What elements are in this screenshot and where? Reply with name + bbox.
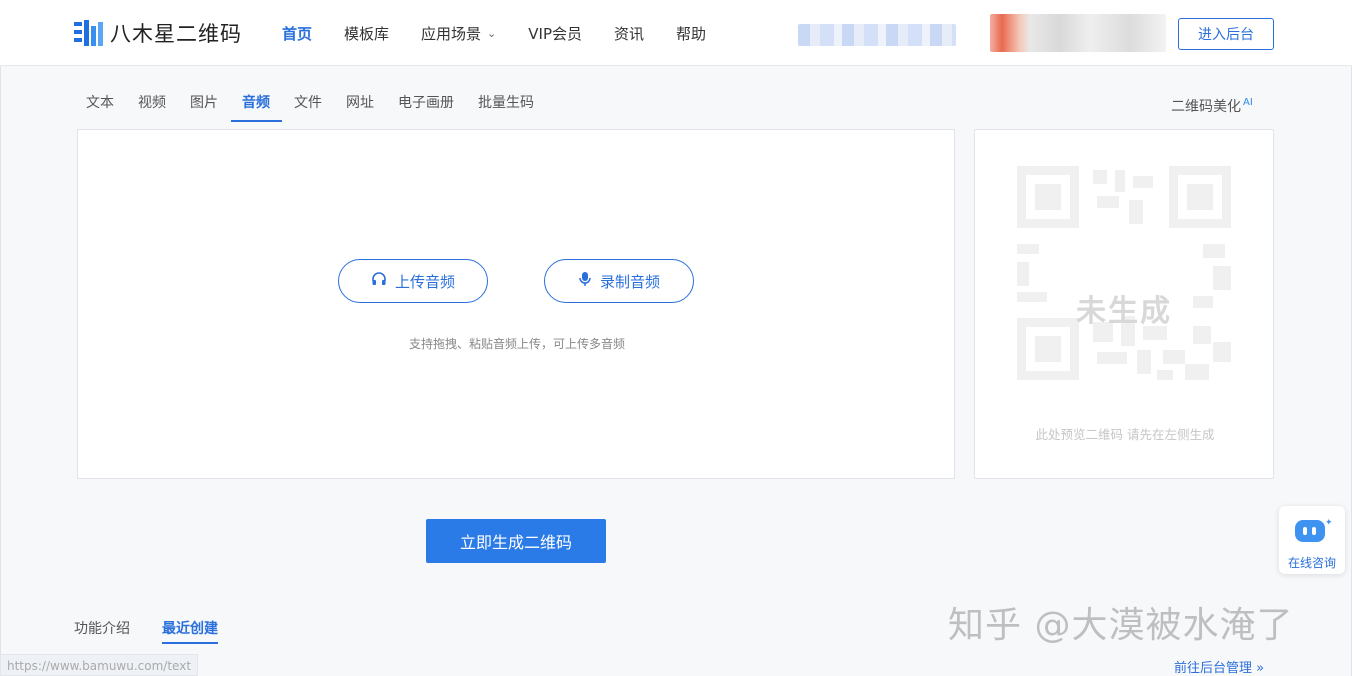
headphones-icon <box>371 271 387 291</box>
tab-batch[interactable]: 批量生码 <box>478 92 534 122</box>
chat-robot-icon <box>1295 520 1325 542</box>
nav-item-templates[interactable]: 模板库 <box>344 23 389 44</box>
tab-recent[interactable]: 最近创建 <box>162 618 218 644</box>
audio-upload-panel[interactable]: 上传音频 录制音频 支持拖拽、粘贴音频上传，可上传多音频 <box>77 129 955 479</box>
enter-backend-button[interactable]: 进入后台 <box>1178 18 1274 50</box>
record-audio-label: 录制音频 <box>599 272 660 291</box>
logo[interactable]: 八木星二维码 <box>74 18 242 48</box>
bottom-tabs: 功能介绍 最近创建 <box>74 618 250 644</box>
nav-item-news[interactable]: 资讯 <box>614 23 644 44</box>
ai-badge: AI <box>1243 97 1253 109</box>
tab-audio[interactable]: 音频 <box>231 92 282 122</box>
qr-preview-panel: 未生成 此处预览二维码 请先在左侧生成 <box>974 129 1274 479</box>
tab-url[interactable]: 网址 <box>346 92 374 122</box>
blurred-account-info <box>798 24 956 46</box>
nav-item-help[interactable]: 帮助 <box>676 23 706 44</box>
upload-hint: 支持拖拽、粘贴音频上传，可上传多音频 <box>408 337 625 351</box>
upload-audio-button[interactable]: 上传音频 <box>338 259 488 303</box>
qr-placeholder-icon: 未生成 <box>1017 166 1231 380</box>
preview-hint: 此处预览二维码 请先在左侧生成 <box>1035 427 1215 442</box>
logo-mark-icon <box>74 18 104 48</box>
manage-backend-link[interactable]: 前往后台管理 » <box>1174 657 1264 676</box>
sparkle-icon: ✦ <box>1325 518 1333 528</box>
record-audio-button[interactable]: 录制音频 <box>544 259 694 303</box>
blurred-user-avatar[interactable] <box>990 14 1166 52</box>
upload-audio-label: 上传音频 <box>394 272 455 291</box>
microphone-icon <box>578 271 592 291</box>
online-consult-label: 在线咨询 <box>1287 556 1336 570</box>
nav-item-scenarios-label: 应用场景 <box>421 24 482 43</box>
window-frame-left <box>0 0 1 676</box>
main-nav: 首页 模板库 应用场景 ⌄ VIP会员 资讯 帮助 <box>282 0 738 66</box>
tab-features[interactable]: 功能介绍 <box>74 618 130 642</box>
watermark: 知乎 @大漠被水淹了 <box>948 605 1294 646</box>
content-type-tabs: 文本 视频 图片 音频 文件 网址 电子画册 批量生码 <box>86 92 558 122</box>
tab-text[interactable]: 文本 <box>86 92 114 122</box>
status-bar-url: https://www.bamuwu.com/text <box>0 654 199 676</box>
nav-item-vip[interactable]: VIP会员 <box>528 23 582 44</box>
tab-image[interactable]: 图片 <box>190 92 218 122</box>
nav-item-home[interactable]: 首页 <box>282 23 312 44</box>
qr-beautify-label: 二维码美化 <box>1171 99 1241 115</box>
qr-beautify-link[interactable]: 二维码美化 AI <box>1171 96 1253 116</box>
chevron-down-icon: ⌄ <box>487 26 497 40</box>
tab-ebook[interactable]: 电子画册 <box>398 92 454 122</box>
top-navigation-bar: 八木星二维码 首页 模板库 应用场景 ⌄ VIP会员 资讯 帮助 进入后台 <box>0 0 1352 66</box>
logo-text: 八木星二维码 <box>110 22 242 46</box>
nav-item-scenarios[interactable]: 应用场景 ⌄ <box>421 23 496 44</box>
generate-qr-button[interactable]: 立即生成二维码 <box>426 519 606 563</box>
tab-file[interactable]: 文件 <box>294 92 322 122</box>
online-consult-widget[interactable]: ✦ 在线咨询 <box>1279 506 1345 574</box>
tab-video[interactable]: 视频 <box>138 92 166 122</box>
qr-not-generated-text: 未生成 <box>1076 294 1172 329</box>
